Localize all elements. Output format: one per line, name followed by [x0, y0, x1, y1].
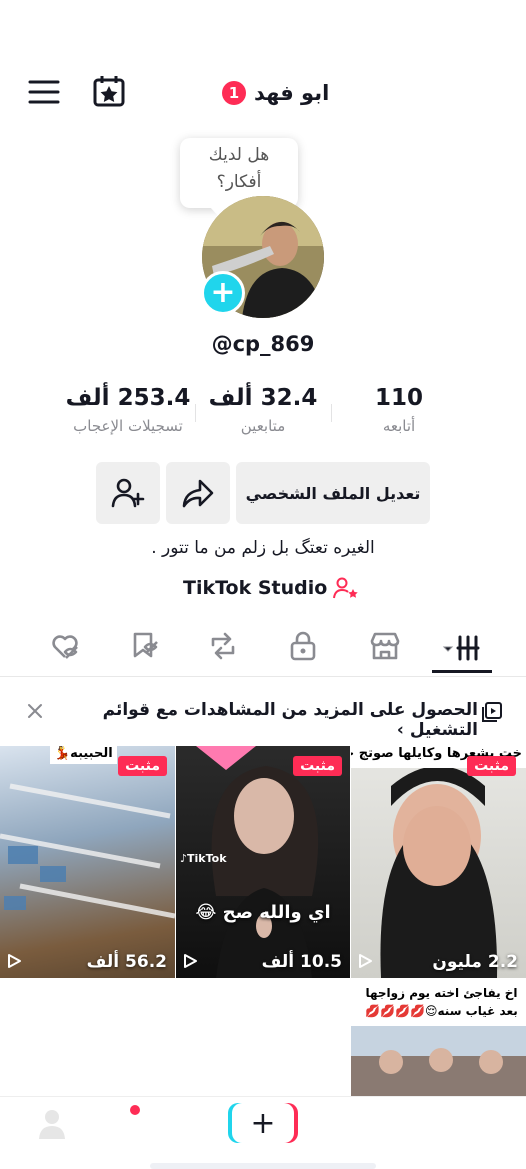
repost-icon [211, 632, 235, 660]
pinned-badge: مثبت [467, 756, 516, 776]
ideas-line-2: أفكار؟ [216, 172, 262, 192]
playlist-icon [480, 700, 504, 724]
username-label: ابو فهد [254, 81, 330, 105]
bookmark-hidden-icon [133, 632, 158, 658]
video-thumbnail[interactable]: ♪TikTok اي والله صح 😂 مثبت 10.5 ألف [176, 746, 350, 978]
view-count: 56.2 ألف [86, 952, 167, 972]
playlist-banner[interactable]: الحصول على المزيد من المشاهدات مع قوائم … [0, 688, 526, 740]
tab-shop[interactable] [360, 626, 410, 666]
video-thumbnail[interactable]: خت بشعرها وكايلها صوتج حلو مثبت 2.2 مليو… [351, 746, 526, 978]
inbox-dot [130, 1105, 140, 1115]
followers-count: 32.4 ألف [208, 385, 318, 411]
calendar-star-icon[interactable] [90, 72, 128, 110]
share-profile-button[interactable] [166, 462, 230, 524]
tabs-divider [0, 676, 526, 677]
view-count: 10.5 ألف [261, 952, 342, 972]
bio-text: الغيره تعتگ بل زلم من ما تتور . [151, 538, 375, 558]
video-overlay-text: اخ يفاجئ اخته يوم زواجها بعد غياب سنه😌💋💋… [365, 986, 518, 1018]
notification-badge: 1 [222, 81, 246, 105]
tab-videos[interactable] [432, 624, 492, 672]
studio-user-icon [333, 577, 359, 599]
heart-hidden-icon [52, 635, 78, 659]
lock-icon [290, 631, 316, 661]
play-icon [359, 954, 372, 968]
play-icon [184, 954, 197, 968]
stat-likes: 253.4 ألف تسجيلات الإعجاب [56, 385, 200, 435]
video-overlay-text: اي والله صح 😂 [195, 902, 331, 923]
stat-following[interactable]: 110 أتابعه [344, 385, 454, 435]
username-title[interactable]: 1 ابو فهد [222, 78, 329, 108]
menu-icon[interactable] [26, 76, 62, 108]
grid-icon [442, 635, 480, 661]
tab-reposts[interactable] [198, 626, 248, 666]
tab-favorites[interactable] [120, 626, 170, 666]
ideas-line-1: هل لديك [208, 145, 270, 165]
followers-label: متابعين [240, 417, 286, 435]
video-thumbnail[interactable]: اخ يفاجئ اخته يوم زواجها بعد غياب سنه😌💋💋… [351, 980, 526, 1098]
following-count: 110 [374, 385, 423, 411]
add-photo-button[interactable]: + [201, 271, 245, 315]
pinned-badge: مثبت [118, 756, 167, 776]
video-thumbnail[interactable]: الحبيبه💃 مثبت 56.2 ألف [0, 746, 175, 978]
stat-divider [331, 404, 332, 422]
tab-liked[interactable] [40, 626, 90, 666]
edit-profile-button[interactable]: تعديل الملف الشخصي [236, 462, 430, 524]
likes-count: 253.4 ألف [65, 385, 191, 411]
profile-handle: @cp_869 [211, 332, 315, 356]
following-label: أتابعه [382, 417, 416, 435]
playlist-banner-text: الحصول على المزيد من المشاهدات مع قوائم … [102, 700, 478, 740]
close-icon[interactable] [24, 700, 46, 722]
profile-nav-icon[interactable] [34, 1105, 70, 1141]
tiktok-watermark-icon: ♪TikTok [180, 852, 227, 865]
video-caption: الحبيبه💃 [50, 746, 117, 764]
add-user-icon [111, 478, 145, 508]
ideas-bubble[interactable]: هل لديك أفكار؟ [180, 138, 298, 217]
home-indicator [150, 1163, 376, 1169]
tab-active-indicator [432, 670, 492, 673]
stat-followers[interactable]: 32.4 ألف متابعين [200, 385, 326, 435]
shop-icon [370, 632, 400, 660]
create-button[interactable]: + [232, 1103, 294, 1143]
stat-divider [195, 404, 196, 422]
view-count: 2.2 مليون [432, 952, 518, 972]
tab-private[interactable] [278, 626, 328, 666]
add-friend-button[interactable] [96, 462, 160, 524]
tiktok-studio-link[interactable]: TikTok Studio [183, 576, 359, 600]
play-icon [8, 954, 21, 968]
studio-label: TikTok Studio [183, 577, 328, 599]
likes-label: تسجيلات الإعجاب [73, 417, 183, 435]
pinned-badge: مثبت [293, 756, 342, 776]
share-icon [182, 479, 214, 508]
bottom-navigation: + [0, 1096, 526, 1169]
